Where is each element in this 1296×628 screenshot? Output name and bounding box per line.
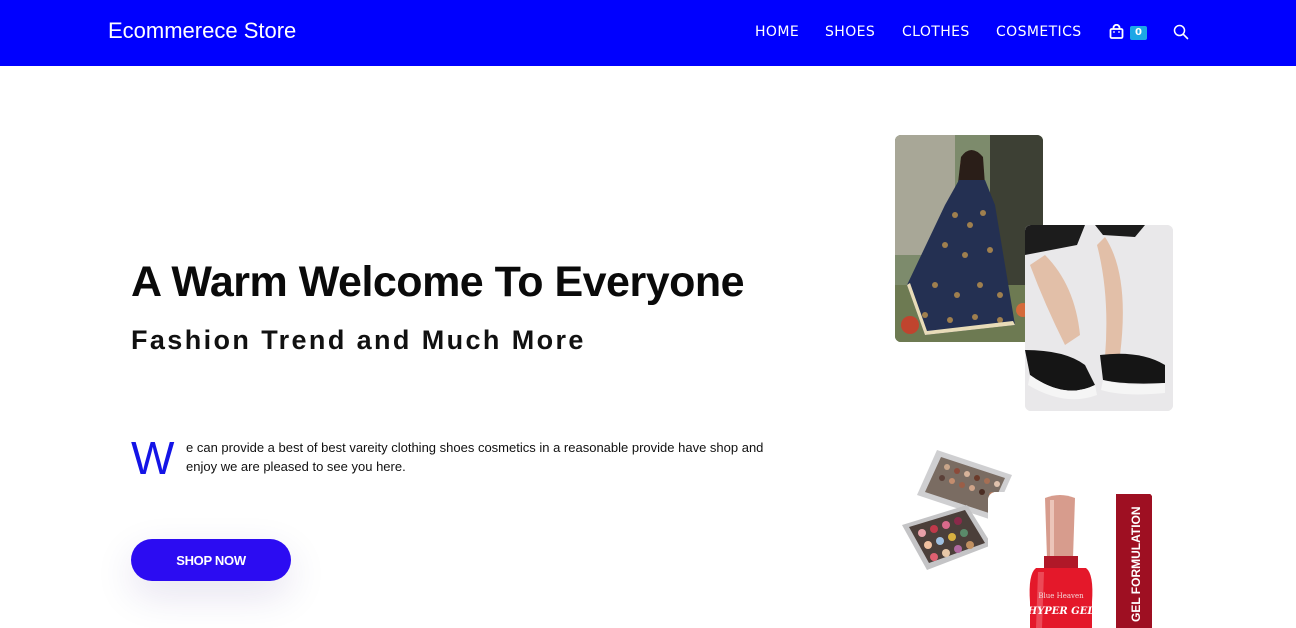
search-icon [1173,24,1189,40]
intro-text: e can provide a best of best vareity clo… [186,440,764,474]
hero-subtitle: Fashion Trend and Much More [131,325,586,355]
shoes-image [1025,225,1173,411]
nav-clothes-link[interactable]: CLOTHES [902,24,970,40]
search-button[interactable] [1173,24,1189,40]
hero-title: A Warm Welcome To Everyone [131,258,745,306]
intro-dropcap: W [131,432,175,484]
nav-shoes-link[interactable]: SHOES [825,24,875,40]
polish-brand-text: Blue Heaven [1038,592,1084,600]
shopping-bag-icon [1109,24,1124,39]
main-nav: HOME SHOES CLOTHES COSMETICS [0,24,1296,44]
top-navbar: Ecommerece Store HOME SHOES CLOTHES COSM… [0,0,1296,66]
cart-button[interactable]: 0 [1109,23,1149,43]
nav-cosmetics-link[interactable]: COSMETICS [996,24,1082,40]
dress-image [895,135,1043,342]
cart-count-badge: 0 [1130,26,1147,40]
nail-polish-image: Blue Heaven HYPER GEL GEL FORMULATION [988,492,1153,628]
nav-home-link[interactable]: HOME [755,24,799,40]
shop-now-button[interactable]: SHOP NOW [131,539,291,581]
polish-box-label: GEL FORMULATION [1129,506,1143,622]
polish-name-text: HYPER GEL [1027,606,1095,617]
